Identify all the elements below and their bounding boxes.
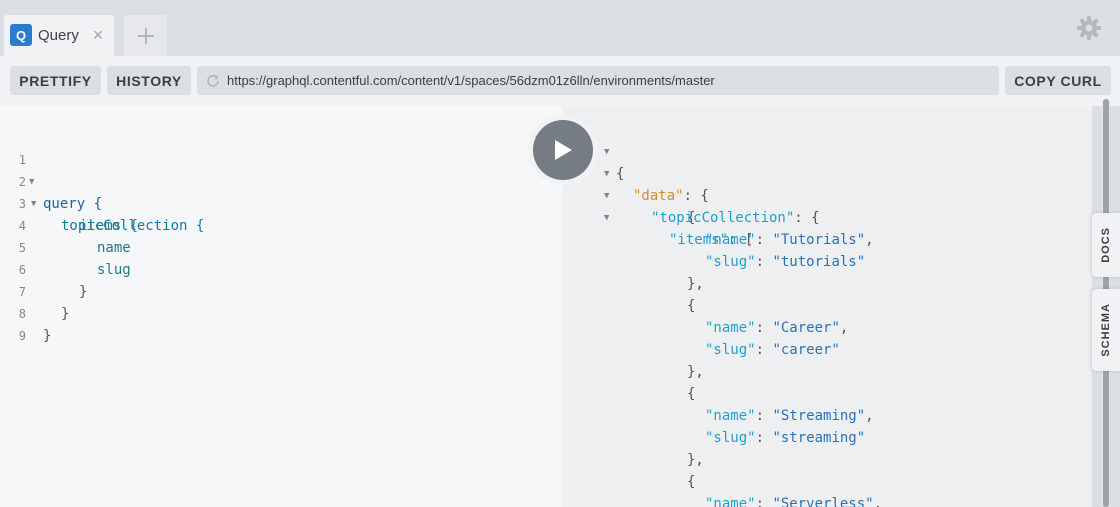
result-line: },: [687, 364, 704, 380]
code-line: 7 }: [0, 259, 560, 322]
result-line: "slug": "tutorials": [705, 254, 866, 270]
plus-icon: [137, 27, 154, 44]
result-line: },: [687, 276, 704, 292]
code-line: 2 ▼ topicCollection {: [0, 149, 560, 234]
run-query-button[interactable]: [528, 115, 598, 185]
run-button-circle: [533, 120, 593, 180]
code-line: 8 }: [0, 281, 560, 344]
fold-arrow-icon[interactable]: ▼: [604, 207, 609, 229]
history-button[interactable]: HISTORY: [107, 66, 191, 95]
endpoint-url-input[interactable]: [227, 66, 987, 95]
result-line: "name": "Streaming",: [705, 408, 874, 424]
tab-bar: Q Query ×: [0, 0, 1120, 56]
add-tab-button[interactable]: [124, 15, 167, 56]
code-text: }: [43, 328, 52, 344]
result-line: ▼ "items": [: [562, 185, 1062, 248]
item-name-value: "Tutorials": [772, 232, 866, 248]
refresh-icon[interactable]: [205, 73, 221, 89]
item-slug-value: "tutorials": [772, 254, 866, 270]
docs-tab[interactable]: DOCS: [1092, 213, 1120, 277]
query-badge-icon: Q: [10, 24, 32, 46]
query-editor[interactable]: 1 ▼ query { 2 ▼ topicCollection { 3 item…: [0, 106, 562, 507]
schema-tab-label: SCHEMA: [1100, 303, 1112, 357]
result-line: "slug": "career": [705, 342, 840, 358]
result-line: "name": "Career",: [705, 320, 849, 336]
gear-icon[interactable]: [1076, 15, 1102, 41]
code-line: 6 }: [0, 237, 560, 300]
url-bar: [197, 66, 999, 95]
code-line: 4 name: [0, 193, 560, 256]
result-line: ▼ "topicCollection": {: [562, 163, 1062, 226]
close-icon[interactable]: ×: [90, 24, 106, 46]
tab-query[interactable]: Q Query ×: [4, 15, 114, 56]
schema-tab[interactable]: SCHEMA: [1092, 289, 1120, 371]
item-name-value: "Streaming": [772, 408, 866, 424]
result-line: "name": "Tutorials",: [705, 232, 874, 248]
code-line: 3 items {: [0, 171, 560, 234]
result-line: "name": "Serverless",: [705, 493, 882, 507]
copy-curl-button[interactable]: COPY CURL: [1005, 66, 1111, 95]
toolbar: PRETTIFY HISTORY COPY CURL: [0, 56, 1120, 106]
item-name-value: "Serverless": [772, 496, 874, 507]
item-name-value: "Career": [772, 320, 840, 336]
line-number: 9: [18, 329, 26, 343]
collection-key: "topicCollection": [651, 210, 795, 226]
result-line: {: [687, 474, 696, 490]
result-line: {: [687, 210, 696, 226]
code-line: 5 slug: [0, 215, 560, 278]
result-line: ▼ {: [562, 119, 1062, 182]
item-slug-value: "streaming": [772, 430, 866, 446]
play-icon: [555, 140, 572, 160]
prettify-button[interactable]: PRETTIFY: [10, 66, 101, 95]
result-line: ▼ "data": {: [562, 141, 1062, 204]
docs-tab-label: DOCS: [1100, 227, 1112, 263]
code-line: 1 ▼ query {: [0, 127, 560, 212]
result-viewer[interactable]: ▼ { ▼ "data": { ▼ "topicCollection": { ▼…: [562, 106, 1092, 507]
result-line: "slug": "streaming": [705, 430, 866, 446]
tab-title: Query: [38, 27, 79, 44]
result-line: {: [687, 386, 696, 402]
result-line: {: [687, 298, 696, 314]
result-line: },: [687, 452, 704, 468]
item-slug-value: "career": [772, 342, 840, 358]
code-line: 9: [0, 303, 560, 343]
